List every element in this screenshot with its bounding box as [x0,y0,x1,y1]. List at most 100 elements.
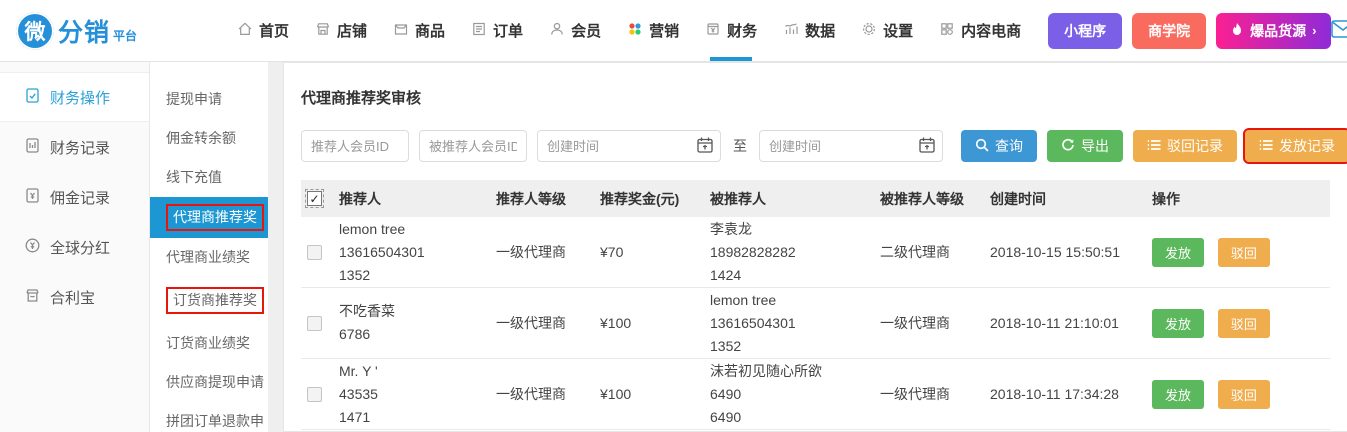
submenu-item-agent-referral-award[interactable]: 代理商推荐奖 [150,197,268,238]
sidebar-item-finance-operations[interactable]: 财务操作 [0,72,149,122]
nav-item-shop[interactable]: 店铺 [302,0,380,61]
col-header-bonus: 推荐奖金(元) [600,190,680,207]
finance-icon [705,21,721,41]
sidebar-item-helibao[interactable]: 合利宝 [0,272,149,322]
created-start-input[interactable] [537,130,721,162]
submenu-item-supplier-withdrawal[interactable]: 供应商提现申请 [150,363,268,402]
content-ecommerce-icon [939,21,955,41]
created-time-cell: 2018-10-11 17:34:28 [990,386,1119,402]
col-header-referred-level: 被推荐人等级 [880,190,964,207]
col-header-actions: 操作 [1152,190,1180,207]
finance-records-icon [24,137,41,158]
submenu-item-group-order-refund[interactable]: 拼团订单退款申请 [150,402,268,432]
bonus-cell: ¥70 [600,244,624,260]
mini-program-button[interactable]: 小程序 [1048,12,1123,49]
global-dividend-icon [24,237,41,258]
chevron-right-icon: › [1312,23,1317,38]
content-area: 财务操作 财务记录 佣金记录 全球分红 合利宝 提现申请 佣金转余额 线下充值 … [0,62,1347,432]
export-button[interactable]: 导出 [1047,130,1123,162]
nav-item-data[interactable]: 数据 [770,0,848,61]
submenu-item-dealer-performance-award[interactable]: 订货商业绩奖 [150,324,268,363]
row-checkbox[interactable] [307,244,322,260]
export-refresh-icon [1061,138,1075,155]
created-end-input[interactable] [759,130,943,162]
settings-icon [861,21,877,41]
member-icon [549,21,565,41]
reject-button[interactable]: 驳回 [1217,237,1270,267]
issue-button[interactable]: 发放 [1152,379,1205,409]
referrer-cell: lemon tree 13616504301 1352 [339,220,425,283]
reject-button[interactable]: 驳回 [1217,379,1270,409]
referred-level-cell: 一级代理商 [880,315,950,331]
referred-id-input[interactable] [419,130,527,162]
nav-item-settings[interactable]: 设置 [848,0,926,61]
created-end-field [759,130,943,162]
order-icon [471,21,487,41]
col-header-referred: 被推荐人 [710,190,766,207]
calendar-icon[interactable] [696,136,714,157]
sidebar-item-global-dividend[interactable]: 全球分红 [0,222,149,272]
submenu-item-commission-to-balance[interactable]: 佣金转余额 [150,119,268,158]
record-buttons: 驳回记录 发放记录 [1133,128,1347,164]
sidebar-item-finance-records[interactable]: 财务记录 [0,122,149,172]
query-button[interactable]: 查询 [961,130,1037,162]
nav-item-member[interactable]: 会员 [536,0,614,61]
logo-suffix-text: 平台 [113,29,138,43]
list-icon [1147,138,1161,154]
referrer-level-cell: 一级代理商 [496,386,566,402]
table-header-row: ✓ 推荐人 推荐人等级 推荐奖金(元) 被推荐人 被推荐人等级 创建时间 操作 [301,180,1330,217]
nav-item-finance[interactable]: 财务 [692,0,770,61]
nav-item-order[interactable]: 订单 [458,0,536,61]
nav-item-content-ecommerce[interactable]: 内容电商 [926,0,1034,61]
table-row: Mr. Y ' 43535 1471 一级代理商 ¥100 沫若初见随心所欲 6… [301,359,1330,430]
helibao-icon [24,287,41,308]
referred-level-cell: 二级代理商 [880,244,950,260]
hot-products-button[interactable]: 爆品货源 › [1216,12,1331,49]
mail-icon[interactable] [1330,20,1347,41]
home-icon [237,21,253,41]
search-icon [975,138,989,155]
created-time-cell: 2018-10-15 15:50:51 [990,244,1120,260]
referred-cell: lemon tree 13616504301 1352 [710,291,796,354]
col-header-referrer: 推荐人 [339,190,381,207]
sidebar-item-commission-records[interactable]: 佣金记录 [0,172,149,222]
submenu-item-dealer-referral-award[interactable]: 订货商推荐奖 [150,277,268,324]
row-checkbox[interactable] [307,386,322,402]
created-start-field [537,130,721,162]
submenu-item-offline-recharge[interactable]: 线下充值 [150,158,268,197]
referrer-id-input[interactable] [301,130,409,162]
submenu-item-withdrawal-application[interactable]: 提现申请 [150,80,268,119]
goods-icon [393,21,409,41]
actions-cell: 发放 驳回 [1152,308,1330,338]
nav-item-home[interactable]: 首页 [224,0,302,61]
submenu-item-agent-performance-award[interactable]: 代理商业绩奖 [150,238,268,277]
secondary-sidebar: 提现申请 佣金转余额 线下充值 代理商推荐奖 代理商业绩奖 订货商推荐奖 订货商… [150,62,268,432]
created-time-cell: 2018-10-11 21:10:01 [990,315,1119,331]
actions-cell: 发放 驳回 [1152,237,1330,267]
referrer-level-cell: 一级代理商 [496,315,566,331]
top-navbar: 微 分销 平台 首页 店铺 商品 订单 会员 营销 财务 数据 设置 内容电商 … [0,0,1347,62]
promo-buttons: 小程序 商学院 爆品货源 › [1048,12,1331,49]
issue-button[interactable]: 发放 [1152,308,1205,338]
finance-ops-icon [24,87,41,108]
select-all-checkbox[interactable]: ✓ [305,189,324,208]
reject-button[interactable]: 驳回 [1217,308,1270,338]
calendar-icon[interactable] [918,136,936,157]
reject-records-button[interactable]: 驳回记录 [1133,130,1237,162]
primary-sidebar: 财务操作 财务记录 佣金记录 全球分红 合利宝 [0,62,150,432]
issue-records-button[interactable]: 发放记录 [1243,128,1347,164]
logo-brand-text: 分销 [58,18,111,47]
table-row: 不吃香菜 6786 一级代理商 ¥100 lemon tree 13616504… [301,288,1330,359]
col-header-referrer-level: 推荐人等级 [496,190,566,207]
annotation-box: 订货商推荐奖 [166,287,264,314]
nav-item-marketing[interactable]: 营销 [614,0,692,61]
issue-button[interactable]: 发放 [1152,237,1205,267]
business-school-button[interactable]: 商学院 [1132,12,1207,49]
table-row: lemon tree 13616504301 1352 一级代理商 ¥70 李袁… [301,217,1330,288]
nav-item-goods[interactable]: 商品 [380,0,458,61]
awards-table: ✓ 推荐人 推荐人等级 推荐奖金(元) 被推荐人 被推荐人等级 创建时间 操作 … [301,180,1330,430]
row-checkbox[interactable] [307,315,322,331]
brand-logo: 微 分销 平台 [16,11,196,50]
bonus-cell: ¥100 [600,315,632,331]
filter-bar: 至 查询 导出 驳回记录 发放记录 [301,128,1347,164]
